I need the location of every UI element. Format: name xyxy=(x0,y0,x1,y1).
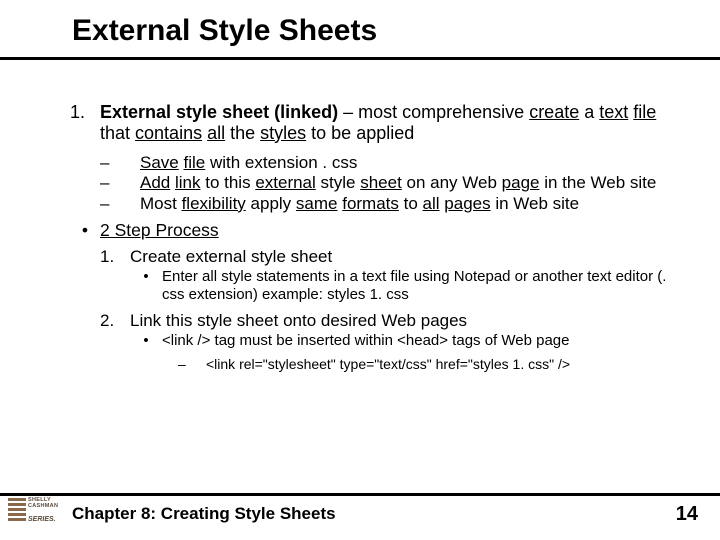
list-subitem-text: Save file with extension . css xyxy=(140,153,357,172)
logo-series: SERIES. xyxy=(28,516,56,523)
step-number: 1. xyxy=(100,247,130,266)
step-1-detail: • Enter all style statements in a text f… xyxy=(130,268,680,302)
publisher-logo: SHELLYCASHMAN SERIES. xyxy=(8,498,64,532)
content-body: 1. External style sheet (linked) – most … xyxy=(70,102,680,373)
title-underline xyxy=(0,57,720,60)
list-subitem-text: Add link to this external style sheet on… xyxy=(140,173,656,192)
step-1-detail-text: Enter all style statements in a text fil… xyxy=(162,268,680,302)
step-1: 1. Create external style sheet xyxy=(100,247,680,266)
bullet: • xyxy=(70,221,100,241)
slide: External Style Sheets 1. External style … xyxy=(0,0,720,540)
logo-text: SHELLYCASHMAN xyxy=(28,498,58,510)
step-number: 2. xyxy=(100,311,130,330)
page-number: 14 xyxy=(676,503,698,526)
list-item-2-text: 2 Step Process xyxy=(100,221,219,241)
step-1-text: Create external style sheet xyxy=(130,247,332,266)
list-item-2-head: • 2 Step Process xyxy=(70,221,680,241)
slide-title: External Style Sheets xyxy=(72,14,377,48)
step-2-code-text: <link rel="stylesheet" type="text/css" h… xyxy=(206,357,570,373)
list-subitem: – Most flexibility apply same formats to… xyxy=(100,194,680,213)
list-subitem: – Save file with extension . css xyxy=(100,153,680,172)
step-2-text: Link this style sheet onto desired Web p… xyxy=(130,311,467,330)
list-item-1-text: External style sheet (linked) – most com… xyxy=(100,102,680,143)
footer-divider xyxy=(0,493,720,496)
list-item-1: 1. External style sheet (linked) – most … xyxy=(70,102,680,143)
list-subitem: – Add link to this external style sheet … xyxy=(100,173,680,192)
bullet: • xyxy=(130,332,162,349)
dash-bullet: – xyxy=(178,357,206,373)
list-item-2: • 2 Step Process 1. Create external styl… xyxy=(70,221,680,373)
step-2-detail: • <link /> tag must be inserted within <… xyxy=(130,332,680,349)
logo-bars-icon xyxy=(8,498,26,521)
list-subitem-text: Most flexibility apply same formats to a… xyxy=(140,194,579,213)
footer-chapter: Chapter 8: Creating Style Sheets xyxy=(72,504,336,524)
dash-bullet: – xyxy=(100,153,140,172)
bullet: • xyxy=(130,268,162,302)
dash-bullet: – xyxy=(100,173,140,192)
step-2-detail-text: <link /> tag must be inserted within <he… xyxy=(162,332,569,349)
step-2: 2. Link this style sheet onto desired We… xyxy=(100,311,680,330)
step-2-code: – <link rel="stylesheet" type="text/css"… xyxy=(178,357,680,373)
list-number: 1. xyxy=(70,102,100,143)
dash-bullet: – xyxy=(100,194,140,213)
